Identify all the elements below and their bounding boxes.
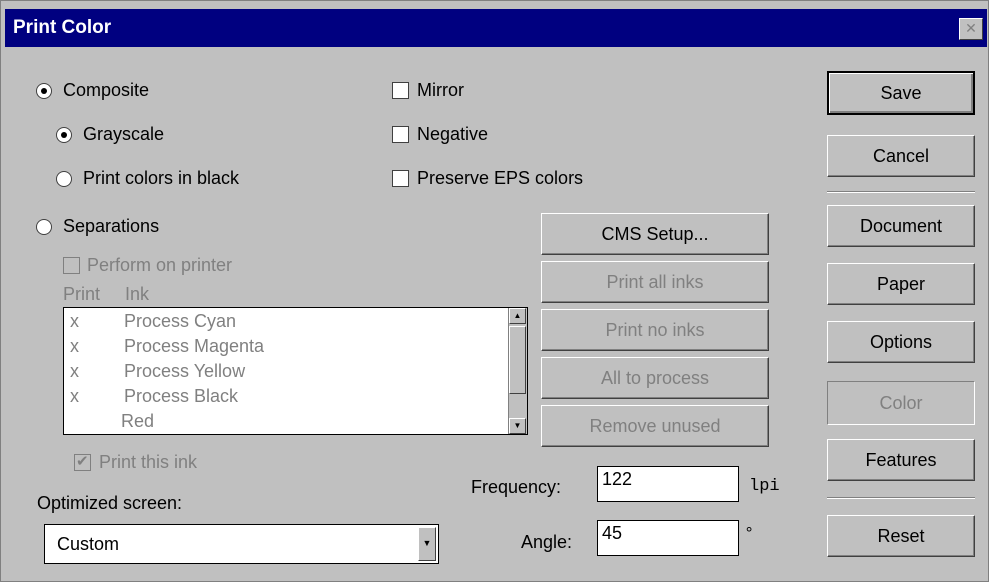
cms-setup-button[interactable]: CMS Setup... — [541, 213, 769, 255]
frequency-label: Frequency: — [471, 477, 562, 497]
dialog-title: Print Color — [13, 17, 112, 38]
print-colors-black-radio[interactable] — [56, 171, 72, 187]
reset-button[interactable]: Reset — [827, 515, 975, 557]
cancel-button[interactable]: Cancel — [827, 135, 975, 177]
ink-list[interactable]: x Process Cyan x Process Magenta x Proce… — [63, 307, 528, 435]
all-to-process-button[interactable]: All to process — [541, 357, 769, 399]
scroll-up-icon[interactable]: ▲ — [509, 308, 526, 324]
close-button[interactable]: ✕ — [959, 18, 983, 40]
perform-on-printer-checkbox[interactable] — [63, 257, 80, 274]
grayscale-radio[interactable] — [56, 127, 72, 143]
list-item[interactable]: Red — [64, 411, 509, 434]
title-bar: Print Color ✕ — [5, 9, 987, 47]
composite-label[interactable]: Composite — [63, 80, 149, 101]
negative-label[interactable]: Negative — [417, 124, 488, 145]
document-button[interactable]: Document — [827, 205, 975, 247]
grayscale-label[interactable]: Grayscale — [83, 124, 164, 145]
paper-button[interactable]: Paper — [827, 263, 975, 305]
mirror-label[interactable]: Mirror — [417, 80, 464, 101]
separations-label[interactable]: Separations — [63, 216, 159, 237]
mirror-checkbox[interactable] — [392, 82, 409, 99]
separations-radio[interactable] — [36, 219, 52, 235]
optimized-screen-label: Optimized screen: — [37, 493, 183, 513]
angle-input[interactable]: 45 — [597, 520, 739, 556]
print-color-dialog: Print Color ✕ Composite Grayscale Print … — [0, 0, 989, 582]
preserve-eps-checkbox[interactable] — [392, 170, 409, 187]
list-item[interactable]: x Process Yellow — [64, 361, 509, 385]
ink-list-scrollbar[interactable]: ▲ ▼ — [508, 308, 527, 434]
remove-unused-button[interactable]: Remove unused — [541, 405, 769, 447]
preserve-eps-label[interactable]: Preserve EPS colors — [417, 168, 583, 189]
angle-label: Angle: — [521, 532, 573, 552]
print-no-inks-button[interactable]: Print no inks — [541, 309, 769, 351]
frequency-input[interactable]: 122 — [597, 466, 739, 502]
angle-unit: ° — [744, 525, 755, 544]
scroll-thumb[interactable] — [509, 326, 526, 394]
button-separator — [827, 191, 975, 193]
perform-on-printer-label: Perform on printer — [87, 255, 233, 275]
options-button[interactable]: Options — [827, 321, 975, 363]
save-button[interactable]: Save — [827, 71, 975, 115]
close-icon: ✕ — [965, 20, 977, 36]
composite-radio[interactable] — [36, 83, 52, 99]
frequency-unit: lpi — [749, 477, 780, 496]
negative-checkbox[interactable] — [392, 126, 409, 143]
print-all-inks-button[interactable]: Print all inks — [541, 261, 769, 303]
scroll-down-icon[interactable]: ▼ — [509, 418, 526, 434]
list-item[interactable]: x Process Magenta — [64, 336, 509, 360]
optimized-screen-select[interactable]: Custom ▼ — [44, 524, 439, 564]
print-this-ink-label: Print this ink — [99, 452, 198, 472]
print-this-ink-checkbox[interactable] — [74, 452, 91, 471]
ink-column-ink: Ink — [125, 284, 150, 304]
list-item[interactable]: x Process Black — [64, 386, 509, 410]
chevron-down-icon[interactable]: ▼ — [418, 527, 436, 561]
features-button[interactable]: Features — [827, 439, 975, 481]
print-colors-black-label[interactable]: Print colors in black — [83, 168, 239, 189]
ink-column-print: Print — [63, 284, 101, 304]
color-button[interactable]: Color — [827, 381, 975, 425]
list-item[interactable]: x Process Cyan — [64, 311, 509, 335]
button-separator — [827, 497, 975, 499]
